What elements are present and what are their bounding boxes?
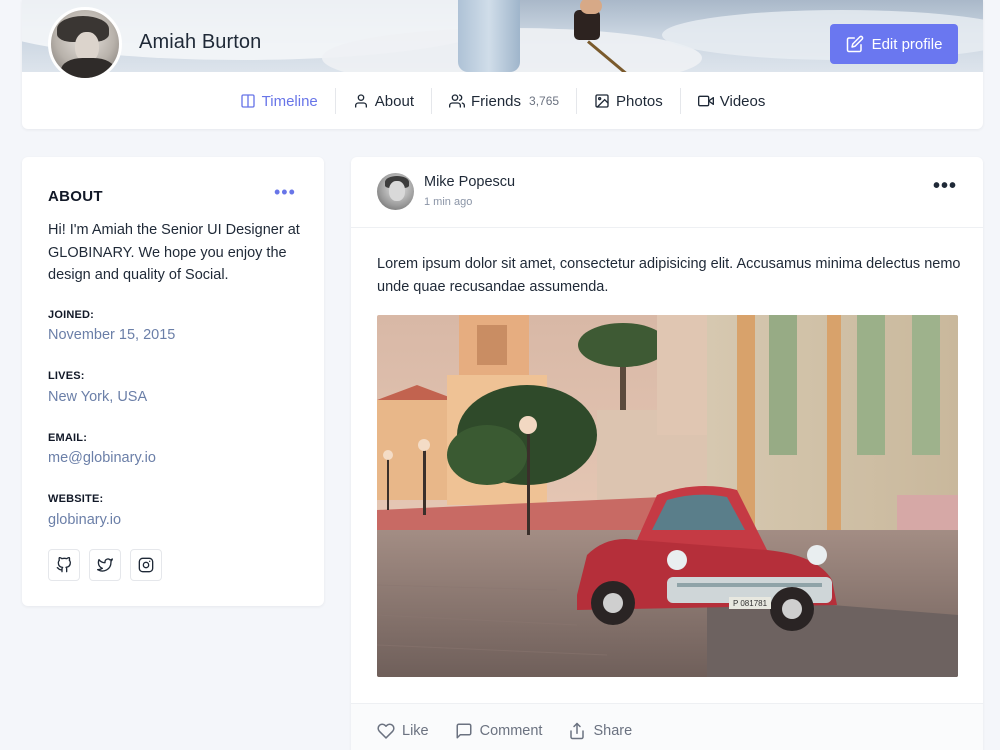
post-photo: P 081781 [377,315,958,677]
edit-profile-label: Edit profile [871,35,943,53]
profile-avatar[interactable] [48,7,122,81]
user-icon [354,94,367,108]
tab-label: Videos [719,92,766,110]
tab-label: Timeline [261,92,318,110]
post-more-icon[interactable]: ••• [933,176,957,196]
image-icon [595,94,609,108]
post-image[interactable]: P 081781 [377,315,958,677]
instagram-button[interactable] [130,549,162,581]
instagram-icon [138,557,154,573]
email-value[interactable]: me@globinary.io [48,450,156,466]
share-button[interactable]: Share [568,722,632,740]
heart-icon [377,723,395,739]
edit-icon [846,35,863,53]
like-label: Like [402,722,429,739]
post-text: Lorem ipsum dolor sit amet, consectetur … [377,256,961,295]
users-icon [448,94,465,108]
comment-icon [456,723,472,738]
tab-label: About [374,92,414,110]
twitter-button[interactable] [89,549,121,581]
about-more-icon[interactable]: ••• [274,183,296,201]
video-icon [697,95,714,107]
profile-name: Amiah Burton [139,31,262,53]
share-label: Share [593,722,633,739]
post-actions: Like Comment Share [351,703,983,750]
joined-value: November 15, 2015 [48,327,176,343]
website-value[interactable]: globinary.io [48,512,121,528]
about-title: ABOUT [48,188,103,205]
about-card: ABOUT ••• Hi! I'm Amiah the Senior UI De… [22,157,324,606]
tab-about[interactable]: About [334,88,431,114]
post-timestamp: 1 min ago [424,196,473,208]
profile-header-card: Amiah Burton Edit profile Timeline About… [22,0,983,129]
tab-label: Friends [470,92,522,110]
email-label: EMAIL: [48,432,88,444]
share-icon [570,722,585,739]
tab-friends[interactable]: Friends 3,765 [430,88,576,114]
website-label: WEBSITE: [48,493,104,505]
lives-value: New York, USA [48,389,148,405]
post-author-avatar[interactable] [377,173,414,210]
github-icon [56,557,71,573]
tab-photos[interactable]: Photos [576,88,680,114]
post-author-name[interactable]: Mike Popescu [424,174,515,190]
post-header: Mike Popescu 1 min ago ••• [351,157,983,228]
lives-label: LIVES: [48,370,85,382]
like-button[interactable]: Like [377,722,429,740]
edit-profile-button[interactable]: Edit profile [830,24,958,64]
social-links [48,549,162,581]
comment-button[interactable]: Comment [455,722,543,740]
columns-icon [240,94,255,108]
car-plate: P 081781 [733,599,768,608]
about-bio: Hi! I'm Amiah the Senior UI Designer at … [48,222,300,283]
post-card: Mike Popescu 1 min ago ••• Lorem ipsum d… [351,157,983,750]
twitter-icon [97,558,113,572]
friends-count: 3,765 [529,94,560,108]
tab-videos[interactable]: Videos [679,88,783,114]
joined-label: JOINED: [48,309,95,321]
github-button[interactable] [48,549,80,581]
tab-timeline[interactable]: Timeline [223,88,335,114]
profile-tabs: Timeline About Friends 3,765 Photos Vide… [22,86,983,116]
comment-label: Comment [479,722,543,739]
tab-label: Photos [616,92,663,110]
